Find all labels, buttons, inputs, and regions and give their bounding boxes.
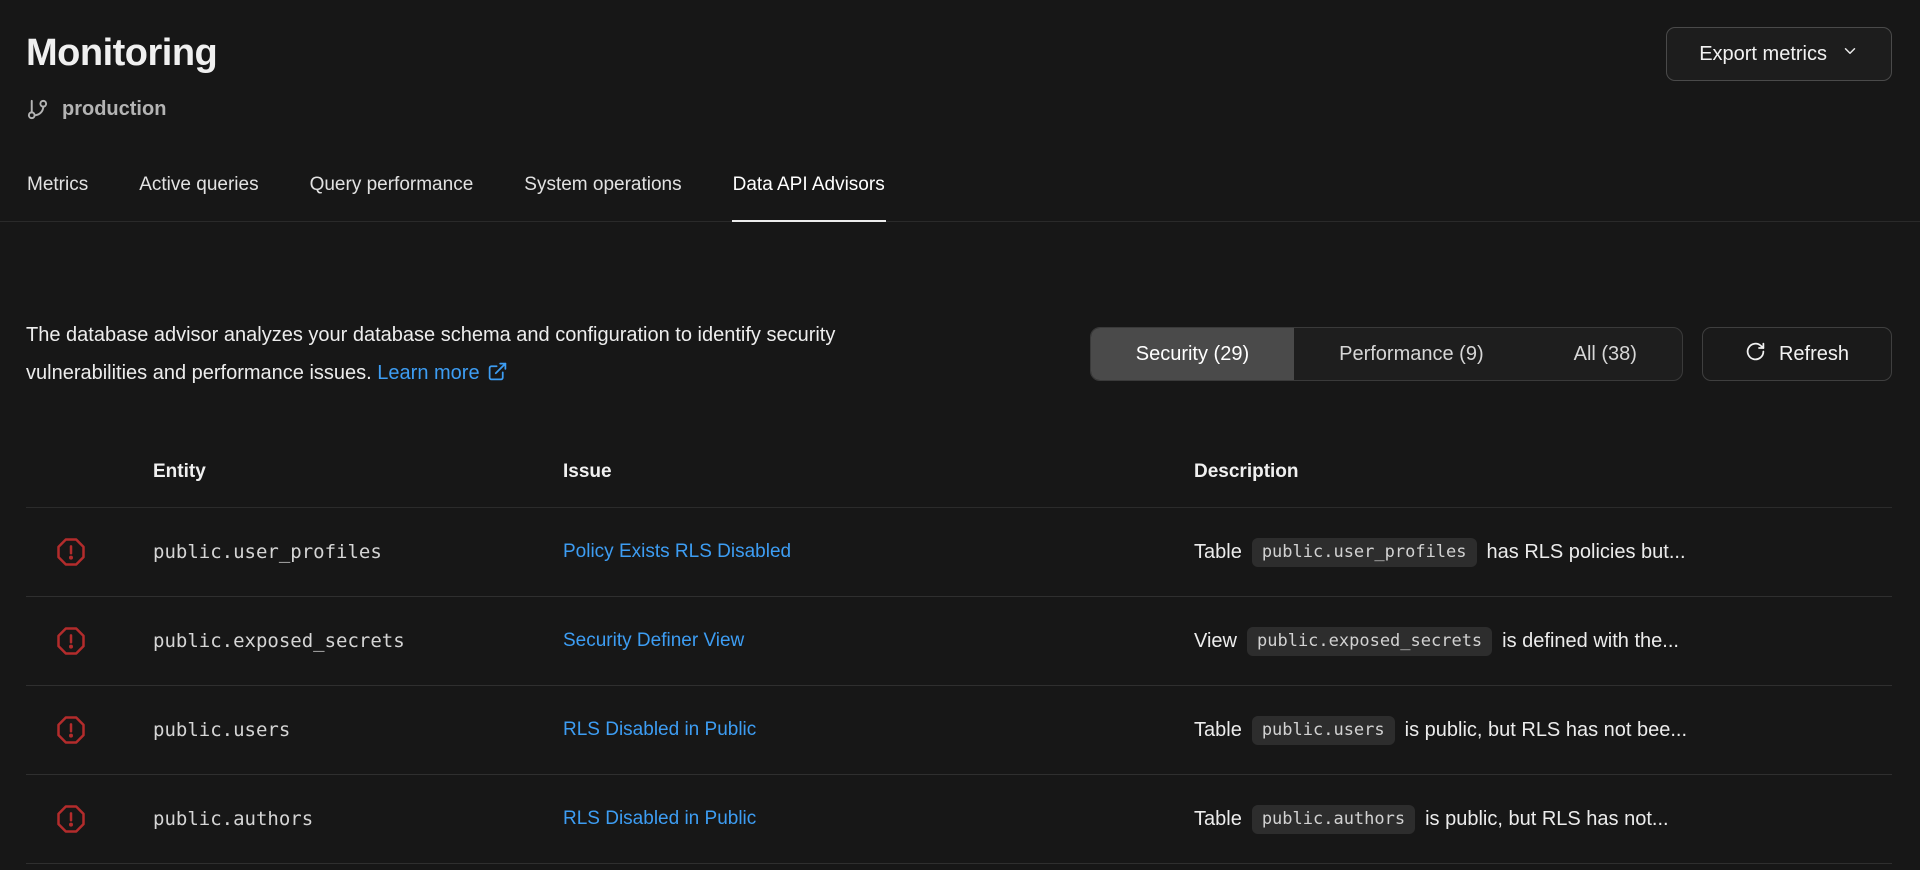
- filter-all[interactable]: All (38): [1529, 328, 1682, 380]
- tab-active-queries[interactable]: Active queries: [138, 164, 259, 221]
- table-row[interactable]: public.user_profiles Policy Exists RLS D…: [26, 508, 1892, 597]
- column-header-entity: Entity: [153, 460, 206, 482]
- description-suffix: is public, but RLS has not...: [1425, 807, 1669, 830]
- advisor-controls: Security (29) Performance (9) All (38) R…: [1089, 327, 1892, 381]
- description-prefix: View: [1194, 629, 1237, 652]
- external-link-icon: [480, 362, 508, 384]
- issue-link[interactable]: Security Definer View: [563, 630, 1194, 652]
- tab-data-api-advisors[interactable]: Data API Advisors: [731, 164, 886, 222]
- table-header-row: Entity Issue Description: [26, 436, 1892, 508]
- description-prefix: Table: [1194, 807, 1242, 830]
- issue-description: Table public.authors is public, but RLS …: [1194, 804, 1892, 834]
- page-title: Monitoring: [26, 32, 218, 74]
- entity-name: public.exposed_secrets: [153, 630, 405, 652]
- description-code-chip: public.user_profiles: [1251, 537, 1477, 567]
- filter-segmented-control: Security (29) Performance (9) All (38): [1089, 327, 1683, 381]
- filter-security[interactable]: Security (29): [1090, 328, 1295, 380]
- filter-performance[interactable]: Performance (9): [1294, 328, 1529, 380]
- warning-octagon-icon: [26, 715, 153, 745]
- description-prefix: Table: [1194, 540, 1242, 563]
- description-prefix: Table: [1194, 718, 1242, 741]
- advisor-header-row: The database advisor analyzes your datab…: [26, 316, 1892, 392]
- table-row[interactable]: public.users RLS Disabled in Public Tabl…: [26, 686, 1892, 775]
- environment-breadcrumb: production: [26, 96, 1892, 122]
- tab-metrics[interactable]: Metrics: [26, 164, 89, 221]
- issue-description: Table public.users is public, but RLS ha…: [1194, 715, 1892, 745]
- monitoring-page: Monitoring production Export metrics Met…: [0, 0, 1920, 870]
- description-suffix: is defined with the...: [1502, 629, 1679, 652]
- issue-link[interactable]: RLS Disabled in Public: [563, 719, 1194, 741]
- warning-octagon-icon: [26, 537, 153, 567]
- git-branch-icon: [26, 98, 49, 121]
- refresh-label: Refresh: [1778, 342, 1849, 365]
- column-header-issue: Issue: [563, 460, 612, 482]
- refresh-icon: [1745, 341, 1766, 368]
- learn-more-link[interactable]: Learn more: [377, 362, 507, 384]
- tab-query-performance[interactable]: Query performance: [309, 164, 475, 221]
- column-header-description: Description: [1194, 460, 1299, 482]
- advisor-issues-table: Entity Issue Description public.user_pro…: [26, 436, 1892, 864]
- environment-label: production: [62, 97, 167, 120]
- export-metrics-button[interactable]: Export metrics: [1666, 27, 1892, 81]
- export-metrics-label: Export metrics: [1699, 42, 1827, 65]
- monitoring-tabs: Metrics Active queries Query performance…: [0, 164, 1920, 222]
- entity-name: public.users: [153, 719, 291, 741]
- entity-name: public.authors: [153, 808, 314, 830]
- refresh-button[interactable]: Refresh: [1701, 327, 1892, 381]
- tab-system-operations[interactable]: System operations: [523, 164, 682, 221]
- description-code-chip: public.users: [1251, 715, 1395, 745]
- description-suffix: is public, but RLS has not bee...: [1404, 718, 1688, 741]
- warning-octagon-icon: [26, 804, 153, 834]
- description-code-chip: public.authors: [1251, 804, 1416, 834]
- issue-description: View public.exposed_secrets is defined w…: [1194, 626, 1892, 656]
- warning-octagon-icon: [26, 626, 153, 656]
- learn-more-label: Learn more: [377, 362, 480, 384]
- entity-name: public.user_profiles: [153, 541, 382, 563]
- issue-link[interactable]: Policy Exists RLS Disabled: [563, 541, 1194, 563]
- advisor-description: The database advisor analyzes your datab…: [26, 316, 841, 392]
- description-code-chip: public.exposed_secrets: [1247, 626, 1493, 656]
- table-row[interactable]: public.authors RLS Disabled in Public Ta…: [26, 775, 1892, 864]
- chevron-down-icon: [1841, 42, 1859, 66]
- description-suffix: has RLS policies but...: [1486, 540, 1686, 563]
- issue-link[interactable]: RLS Disabled in Public: [563, 808, 1194, 830]
- table-row[interactable]: public.exposed_secrets Security Definer …: [26, 597, 1892, 686]
- issue-description: Table public.user_profiles has RLS polic…: [1194, 537, 1892, 567]
